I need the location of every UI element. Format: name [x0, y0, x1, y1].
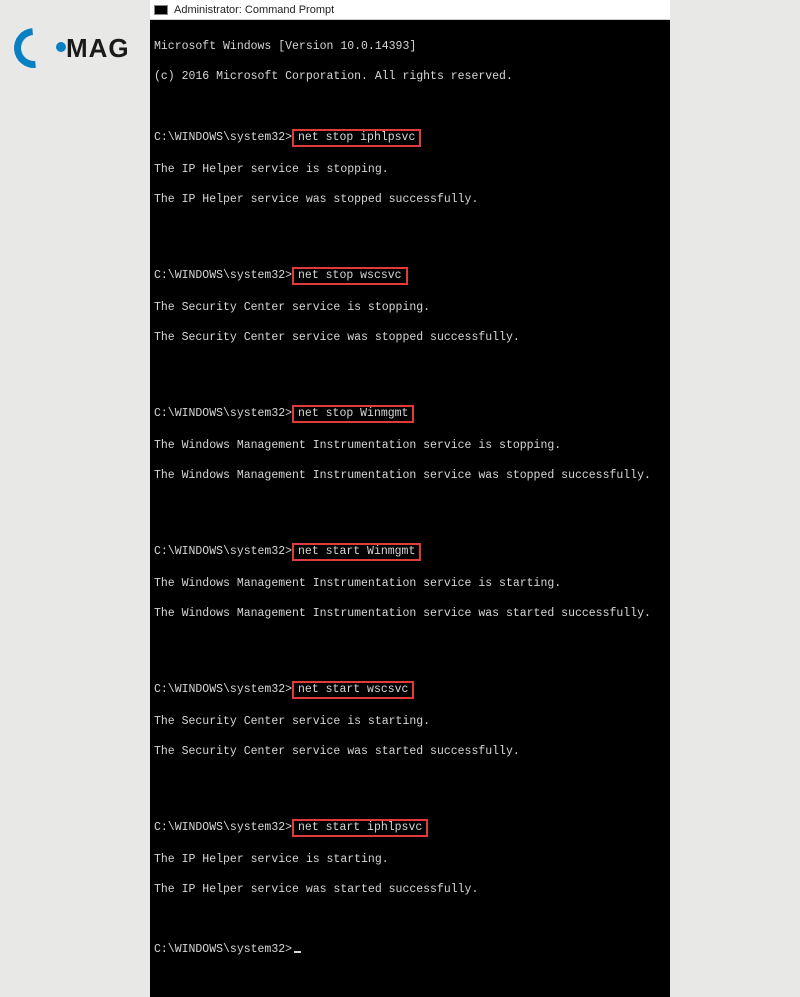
output-line: The Windows Management Instrumentation s…: [154, 438, 666, 453]
prompt-text: C:\WINDOWS\system32>: [154, 683, 292, 696]
output-line: The Security Center service is stopping.: [154, 300, 666, 315]
prompt-text: C:\WINDOWS\system32>: [154, 269, 292, 282]
output-line: The Windows Management Instrumentation s…: [154, 606, 666, 621]
command-highlight: net start Winmgmt: [292, 543, 421, 561]
output-line: The Windows Management Instrumentation s…: [154, 576, 666, 591]
output-line: The Security Center service was started …: [154, 744, 666, 759]
output-line: The IP Helper service is stopping.: [154, 162, 666, 177]
logo-dot-icon: [56, 42, 66, 52]
output-line: The Security Center service was stopped …: [154, 330, 666, 345]
prompt-text: C:\WINDOWS\system32>: [154, 943, 292, 956]
logo-arc-icon: [6, 20, 62, 76]
copyright-line: (c) 2016 Microsoft Corporation. All righ…: [154, 69, 666, 84]
cursor-line[interactable]: C:\WINDOWS\system32>: [154, 942, 666, 957]
logo-text: MAG: [66, 33, 130, 64]
command-line: C:\WINDOWS\system32>net stop wscsvc: [154, 267, 666, 285]
output-line: The IP Helper service is starting.: [154, 852, 666, 867]
command-highlight: net stop wscsvc: [292, 267, 408, 285]
brand-logo: MAG: [14, 28, 130, 68]
command-highlight: net start iphlpsvc: [292, 819, 428, 837]
output-line: The IP Helper service was stopped succes…: [154, 192, 666, 207]
prompt-text: C:\WINDOWS\system32>: [154, 131, 292, 144]
command-line: C:\WINDOWS\system32>net start iphlpsvc: [154, 819, 666, 837]
prompt-text: C:\WINDOWS\system32>: [154, 821, 292, 834]
command-prompt-window: Administrator: Command Prompt Microsoft …: [150, 0, 670, 997]
output-line: The Windows Management Instrumentation s…: [154, 468, 666, 483]
command-line: C:\WINDOWS\system32>net start wscsvc: [154, 681, 666, 699]
version-line: Microsoft Windows [Version 10.0.14393]: [154, 39, 666, 54]
output-line: The Security Center service is starting.: [154, 714, 666, 729]
window-title: Administrator: Command Prompt: [174, 4, 334, 16]
command-line: C:\WINDOWS\system32>net stop iphlpsvc: [154, 129, 666, 147]
command-line: C:\WINDOWS\system32>net stop Winmgmt: [154, 405, 666, 423]
cursor-icon: [294, 951, 301, 953]
terminal-output[interactable]: Microsoft Windows [Version 10.0.14393] (…: [150, 20, 670, 997]
command-line: C:\WINDOWS\system32>net start Winmgmt: [154, 543, 666, 561]
command-highlight: net stop iphlpsvc: [292, 129, 421, 147]
cmd-icon: [154, 5, 168, 15]
output-line: The IP Helper service was started succes…: [154, 882, 666, 897]
command-highlight: net stop Winmgmt: [292, 405, 414, 423]
command-highlight: net start wscsvc: [292, 681, 414, 699]
prompt-text: C:\WINDOWS\system32>: [154, 407, 292, 420]
prompt-text: C:\WINDOWS\system32>: [154, 545, 292, 558]
window-titlebar[interactable]: Administrator: Command Prompt: [150, 0, 670, 20]
